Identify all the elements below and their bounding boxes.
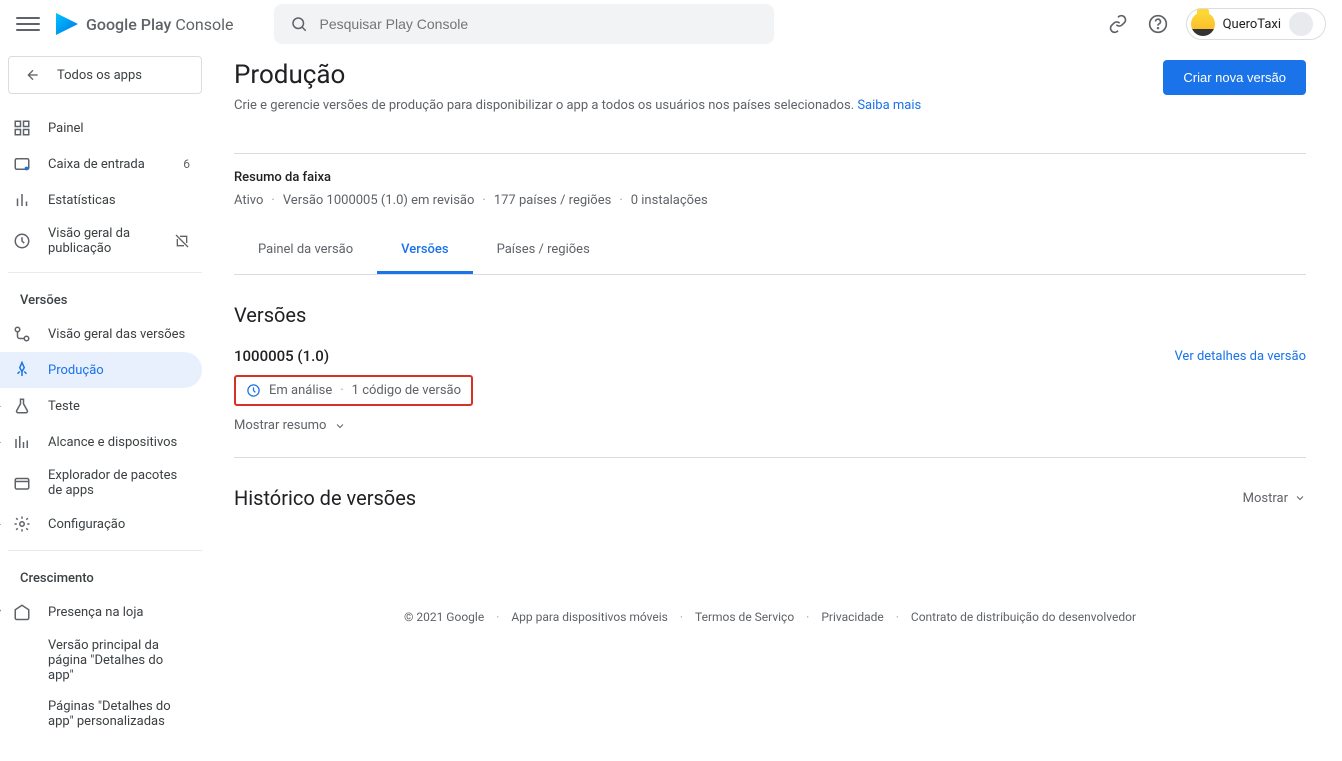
inbox-icon <box>12 154 32 174</box>
sidebar-item-pub-overview[interactable]: Visão geral da publicação <box>0 218 202 264</box>
show-history-toggle[interactable]: Mostrar <box>1243 491 1306 506</box>
create-release-button[interactable]: Criar nova versão <box>1163 60 1306 95</box>
sidebar-item-explorador[interactable]: Explorador de pacotes de apps <box>0 460 202 506</box>
view-release-details-link[interactable]: Ver detalhes da versão <box>1174 349 1306 364</box>
sidebar-item-label: Páginas "Detalhes do app" personalizadas <box>48 699 190 729</box>
summary-status: Ativo <box>234 193 263 208</box>
page-subtitle: Crie e gerencie versões de produção para… <box>234 98 921 113</box>
page-title: Produção <box>234 60 921 90</box>
summary-installs: 0 instalações <box>631 193 708 208</box>
search-box[interactable] <box>274 4 774 44</box>
show-summary-toggle[interactable]: Mostrar resumo <box>234 418 1306 433</box>
main-content: Produção Crie e gerencie versões de prod… <box>210 48 1330 761</box>
account-chip[interactable]: QueroTaxi <box>1186 8 1326 40</box>
versions-icon <box>12 324 32 344</box>
hamburger-menu-icon[interactable] <box>16 12 40 36</box>
sidebar-section-crescimento: Crescimento <box>8 559 202 594</box>
dashboard-icon <box>12 118 32 138</box>
footer-copyright: © 2021 Google <box>404 610 484 624</box>
sidebar-item-config[interactable]: Configuração <box>0 506 202 542</box>
user-avatar-icon <box>1289 12 1313 36</box>
store-icon <box>12 602 32 622</box>
app-avatar-icon <box>1191 12 1215 36</box>
sidebar-item-label: Explorador de pacotes de apps <box>48 468 190 498</box>
release-status-text: Em análise <box>269 383 332 398</box>
summary-version: Versão 1000005 (1.0) em revisão <box>283 193 475 208</box>
learn-more-link[interactable]: Saiba mais <box>857 98 921 113</box>
header-actions: QueroTaxi <box>1106 8 1326 40</box>
package-icon <box>12 473 32 493</box>
tabs: Painel da versão Versões Países / regiõe… <box>234 228 1306 275</box>
tab-versoes[interactable]: Versões <box>377 228 472 274</box>
sidebar-item-alcance[interactable]: Alcance e dispositivos <box>0 424 202 460</box>
section-versoes-heading: Versões <box>234 303 1306 327</box>
show-history-label: Mostrar <box>1243 491 1288 506</box>
disabled-icon <box>174 233 190 249</box>
logo-text: Google Play Console <box>86 15 234 34</box>
sidebar-item-producao[interactable]: Produção <box>0 352 202 388</box>
sidebar-item-versions-overview[interactable]: Visão geral das versões <box>0 316 202 352</box>
footer: © 2021 Google · App para dispositivos mó… <box>234 610 1306 624</box>
summary-countries: 177 países / regiões <box>494 193 612 208</box>
sidebar-item-paginas-personalizadas[interactable]: Páginas "Detalhes do app" personalizadas <box>0 691 202 737</box>
sidebar-item-label: Versão principal da página "Detalhes do … <box>48 638 190 683</box>
footer-terms-link[interactable]: Termos de Serviço <box>695 610 794 624</box>
footer-dist-link[interactable]: Contrato de distribuição do desenvolvedo… <box>911 610 1136 624</box>
tab-panel[interactable]: Painel da versão <box>234 228 377 274</box>
search-input[interactable] <box>320 16 758 32</box>
help-icon[interactable] <box>1146 12 1170 36</box>
search-icon <box>290 15 308 33</box>
footer-mobile-link[interactable]: App para dispositivos móveis <box>511 610 668 624</box>
sidebar-section-versoes: Versões <box>8 281 202 316</box>
sidebar-item-label: Estatísticas <box>48 193 116 208</box>
track-summary: Ativo · Versão 1000005 (1.0) em revisão … <box>234 193 1306 208</box>
version-row: 1000005 (1.0) Ver detalhes da versão <box>234 347 1306 365</box>
show-summary-label: Mostrar resumo <box>234 418 326 433</box>
sidebar-item-teste[interactable]: Teste <box>0 388 202 424</box>
footer-privacy-link[interactable]: Privacidade <box>821 610 883 624</box>
sidebar-item-label: Visão geral das versões <box>48 327 185 342</box>
flask-icon <box>12 396 32 416</box>
sidebar-item-label: Alcance e dispositivos <box>48 435 177 450</box>
logo[interactable]: Google Play Console <box>56 13 234 35</box>
section-history-heading: Histórico de versões <box>234 486 416 510</box>
release-code-text: 1 código de versão <box>352 383 461 398</box>
all-apps-button[interactable]: Todos os apps <box>8 56 202 94</box>
sidebar-item-label: Caixa de entrada <box>48 157 145 172</box>
account-name: QueroTaxi <box>1223 17 1281 32</box>
sidebar-item-label: Teste <box>48 399 80 414</box>
sidebar-item-presenca[interactable]: ▾ Presença na loja <box>0 594 202 630</box>
devices-icon <box>12 432 32 452</box>
stats-icon <box>12 190 32 210</box>
sidebar-item-inbox[interactable]: Caixa de entrada 6 <box>0 146 202 182</box>
gear-icon <box>12 514 32 534</box>
sidebar-item-label: Configuração <box>48 517 125 532</box>
version-title: 1000005 (1.0) <box>234 347 329 365</box>
release-status-box: Em análise · 1 código de versão <box>234 375 473 406</box>
sidebar-item-versao-principal[interactable]: Versão principal da página "Detalhes do … <box>0 630 202 691</box>
sidebar-item-painel[interactable]: Painel <box>0 110 202 146</box>
clock-icon <box>246 383 261 398</box>
chevron-down-icon <box>334 420 346 432</box>
track-summary-label: Resumo da faixa <box>234 170 1306 185</box>
chevron-down-icon <box>1294 492 1306 504</box>
all-apps-label: Todos os apps <box>57 68 142 83</box>
tab-paises[interactable]: Países / regiões <box>473 228 614 274</box>
play-logo-icon <box>56 13 78 35</box>
clock-icon <box>12 231 32 251</box>
sidebar-item-label: Painel <box>48 121 84 136</box>
sidebar-item-label: Produção <box>48 363 104 378</box>
header: Google Play Console QueroTaxi <box>0 0 1342 48</box>
inbox-badge: 6 <box>183 157 190 171</box>
link-icon[interactable] <box>1106 12 1130 36</box>
sidebar-item-label: Presença na loja <box>48 605 144 620</box>
sidebar: Todos os apps Painel Caixa de entrada 6 … <box>0 48 210 761</box>
sidebar-item-label: Visão geral da publicação <box>48 226 158 256</box>
sidebar-item-stats[interactable]: Estatísticas <box>0 182 202 218</box>
rocket-icon <box>12 360 32 380</box>
arrow-left-icon <box>25 67 41 83</box>
